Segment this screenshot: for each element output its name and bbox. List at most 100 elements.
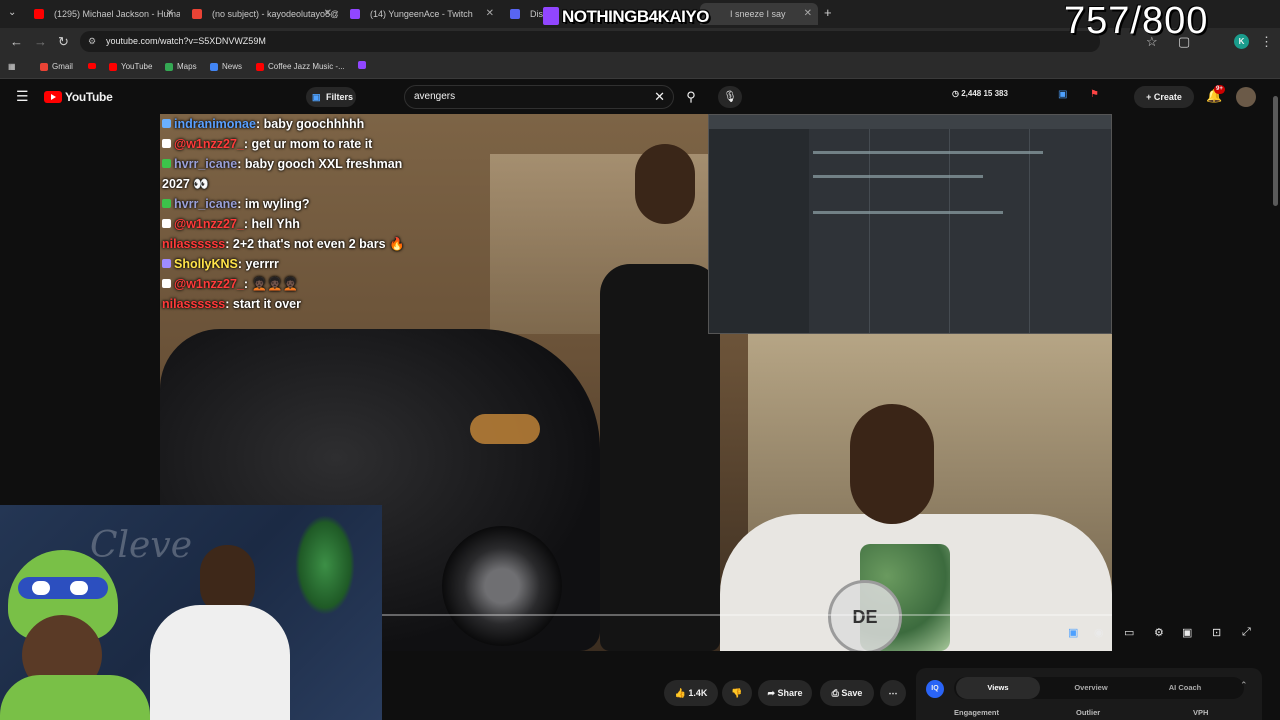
create-label: Create: [1153, 92, 1182, 102]
browser-tab-5[interactable]: I sneeze I say ✕: [700, 3, 818, 25]
miniplayer-icon[interactable]: ▣: [1182, 626, 1192, 639]
close-icon[interactable]: ✕: [486, 3, 494, 25]
chat-badge-icon: [162, 199, 171, 208]
chat-badge-icon: [162, 159, 171, 168]
menu-dots-icon[interactable]: ⋮: [1260, 34, 1273, 49]
webcam-person-1: [0, 675, 150, 720]
profile-avatar[interactable]: K: [1234, 34, 1249, 49]
tab-overview[interactable]: Overview: [1046, 677, 1136, 699]
chat-message: @w1nzz27_: hell Yhh: [162, 214, 462, 234]
news-icon: [210, 63, 218, 71]
bookmark-gmail[interactable]: Gmail: [40, 61, 73, 73]
chat-separator: :: [243, 277, 252, 291]
daw-track: [813, 211, 1003, 214]
fullscreen-icon[interactable]: ⤢: [1242, 626, 1251, 639]
url-field[interactable]: ⚙ youtube.com/watch?v=S5XDNVWZ59M: [80, 31, 1100, 52]
scrollbar-thumb[interactable]: [1273, 96, 1278, 206]
bookmark-maps[interactable]: Maps: [165, 61, 197, 73]
microphone-icon: 🎙: [723, 91, 737, 103]
forward-icon[interactable]: →: [34, 34, 47, 49]
thumbs-down-icon: 👎: [731, 688, 743, 698]
filters-button[interactable]: ▣ Filters: [306, 87, 356, 107]
analytics-panel: IQ Views Overview AI Coach ⌃ Engagement …: [916, 668, 1262, 720]
chat-username: nilassssss: [162, 237, 226, 251]
hamburger-menu-icon[interactable]: ☰: [16, 88, 29, 105]
autoplay-toggle[interactable]: ◉: [1094, 626, 1104, 639]
collapse-chevron-icon[interactable]: ⌃: [1240, 680, 1248, 691]
page-scrollbar[interactable]: [1271, 84, 1279, 720]
video-progress-bar[interactable]: [378, 614, 1112, 616]
daw-toolbar: [709, 115, 1111, 129]
bookmark-youtube[interactable]: YouTube: [109, 61, 152, 73]
youtube-icon[interactable]: [88, 61, 96, 73]
daw-divider: [949, 129, 950, 333]
save-button[interactable]: ⎙ Save: [820, 680, 874, 706]
stats-text: 2,448 15 383: [961, 89, 1008, 98]
youtube-logo[interactable]: YouTube: [44, 90, 113, 104]
extension-icon[interactable]: ▣: [1068, 626, 1078, 639]
browser-tab-3[interactable]: (14) YungeenAce - Twitch ✕: [340, 3, 500, 25]
cast-icon[interactable]: ⊡: [1212, 626, 1221, 639]
video-scene-wheel: [442, 526, 562, 646]
chat-badge-icon: [162, 139, 171, 148]
daw-track: [813, 151, 1043, 154]
voice-search-button[interactable]: 🎙: [718, 86, 742, 108]
search-button[interactable]: ⚲: [678, 85, 704, 109]
captions-icon[interactable]: ▭: [1124, 626, 1134, 639]
search-input[interactable]: avengers ✕: [404, 85, 674, 109]
chat-text: baby goochhhhh: [263, 117, 365, 131]
filters-label: Filters: [326, 92, 354, 102]
dislike-button[interactable]: 👎: [722, 680, 752, 706]
tab-ai-coach[interactable]: AI Coach: [1140, 677, 1230, 699]
tab-search-icon[interactable]: ⌄: [8, 5, 16, 20]
clock-icon: ◷: [952, 89, 962, 98]
more-actions-button[interactable]: ⋯: [880, 680, 906, 706]
browser-tab-2[interactable]: (no subject) - kayodeolutayo5@ ✕: [182, 3, 338, 25]
chat-separator: :: [243, 137, 252, 151]
bookmark-label: Gmail: [52, 62, 73, 71]
back-icon[interactable]: ←: [10, 34, 23, 49]
vidiq-logo: IQ: [926, 680, 944, 698]
share-button[interactable]: ➦ Share: [758, 680, 812, 706]
chat-username: indranimonae: [174, 117, 256, 131]
video-scene-flowers: [470, 414, 540, 444]
close-icon[interactable]: ✕: [804, 3, 812, 25]
like-button[interactable]: 👍 1.4K: [664, 680, 718, 706]
goal-counter: 757/800: [1064, 0, 1209, 42]
extension-stats[interactable]: ◷ 2,448 15 383: [952, 89, 1008, 98]
settings-gear-icon[interactable]: ⚙: [1154, 626, 1164, 639]
clear-search-icon[interactable]: ✕: [654, 86, 665, 108]
browser-tab-1[interactable]: (1295) Michael Jackson - Huma ✕: [24, 3, 180, 25]
extension-icon[interactable]: ▣: [1058, 89, 1067, 100]
reload-icon[interactable]: ↻: [58, 34, 69, 49]
webcam-person-2: [150, 605, 290, 720]
chat-separator: :: [237, 197, 245, 211]
create-button[interactable]: + Create: [1134, 86, 1194, 108]
account-avatar[interactable]: [1236, 87, 1256, 107]
chat-text: 🧑🏿‍🦱🧑🏿‍🦱🧑🏿‍🦱: [251, 277, 299, 291]
filters-icon: ▣: [312, 92, 321, 102]
bookmark-news[interactable]: News: [210, 61, 242, 73]
extension-icon[interactable]: ⚑: [1090, 89, 1099, 100]
chat-badge-icon: [162, 219, 171, 228]
browser-tab-label: (14) YungeenAce - Twitch: [370, 9, 473, 19]
search-icon: ⚲: [686, 89, 696, 104]
chat-text: get ur mom to rate it: [251, 137, 373, 151]
thumbs-up-icon: 👍: [674, 688, 689, 698]
tab-views[interactable]: Views: [956, 677, 1040, 699]
chat-separator: :: [255, 117, 264, 131]
streamer-webcam: Cleve: [0, 505, 382, 720]
new-tab-icon[interactable]: +: [824, 5, 832, 20]
apps-grid-icon[interactable]: ▦: [8, 61, 16, 73]
twitch-icon[interactable]: [358, 61, 366, 73]
daw-track: [813, 175, 983, 178]
youtube-logo-text: YouTube: [65, 90, 113, 104]
close-icon[interactable]: ✕: [166, 3, 174, 25]
more-dots-icon: ⋯: [888, 688, 898, 698]
daw-screen-overlay: [708, 114, 1112, 334]
site-info-icon[interactable]: ⚙: [88, 31, 96, 52]
bookmark-coffee-jazz[interactable]: Coffee Jazz Music -...: [256, 61, 345, 73]
chat-username: ShollyKNS: [174, 257, 238, 271]
close-icon[interactable]: ✕: [324, 3, 332, 25]
streamer-name: NOTHINGB4KAIYO: [562, 7, 709, 26]
